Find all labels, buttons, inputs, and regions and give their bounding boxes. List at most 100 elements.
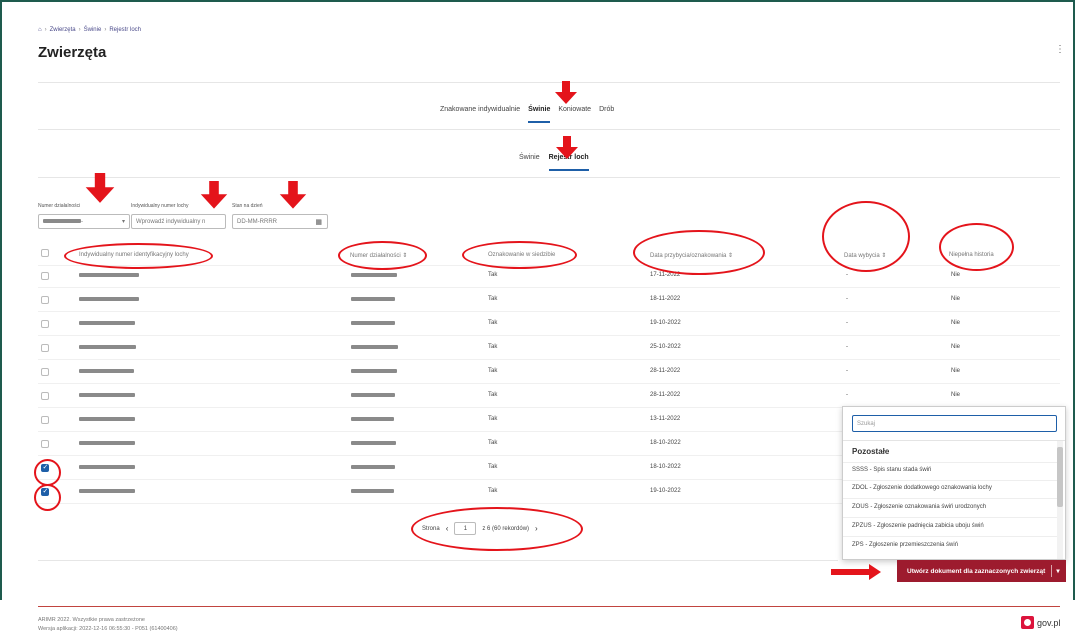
row-numer-redacted xyxy=(351,273,397,279)
row-id-redacted xyxy=(79,345,136,351)
row-checkbox[interactable] xyxy=(41,440,49,448)
row-oznakowanie: Tak xyxy=(488,488,498,494)
gov-pl-logo[interactable]: gov.pl xyxy=(1021,616,1060,629)
redacted-value xyxy=(351,297,395,302)
row-numer-redacted xyxy=(351,345,398,351)
row-oznakowanie: Tak xyxy=(488,272,498,278)
numer-dzialalnosci-select[interactable]: - ▾ xyxy=(38,214,130,229)
row-numer-redacted xyxy=(351,465,395,471)
breadcrumb-item-rejestr-loch: Rejestr loch xyxy=(109,27,142,33)
row-oznakowanie: Tak xyxy=(488,344,498,350)
row-data-przybycia: 19-10-2022 xyxy=(650,320,681,326)
main-tabs: Znakowane indywidualnie Świnie Koniowate… xyxy=(440,106,614,123)
row-niepelna-historia: Nie xyxy=(951,344,961,350)
row-data-przybycia: 28-11-2022 xyxy=(650,392,681,398)
row-oznakowanie: Tak xyxy=(488,416,498,422)
row-data-wybycia: - xyxy=(846,344,848,350)
document-type-dropdown: Szukaj Pozostałe SSSS - Spis stanu stada… xyxy=(842,406,1066,560)
row-checkbox[interactable] xyxy=(41,416,49,424)
divider xyxy=(38,177,1060,178)
row-oznakowanie: Tak xyxy=(488,392,498,398)
dropdown-item-zps[interactable]: ZPS - Zgłoszenie przemieszczenia świń xyxy=(852,542,958,548)
row-oznakowanie: Tak xyxy=(488,368,498,374)
row-numer-redacted xyxy=(351,321,395,327)
redacted-value xyxy=(79,297,139,302)
breadcrumb: ⌂ › Zwierzęta › Świnie › Rejestr loch xyxy=(38,27,141,33)
filter-label-numer: Numer działalności xyxy=(38,203,81,209)
row-id-redacted xyxy=(79,465,135,471)
annotation-ellipse xyxy=(822,201,910,272)
page-title: Zwierzęta xyxy=(38,44,107,61)
row-numer-redacted xyxy=(351,393,395,399)
row-niepelna-historia: Nie xyxy=(951,272,961,278)
row-checkbox[interactable] xyxy=(41,368,49,376)
row-id-redacted xyxy=(79,297,139,303)
chevron-down-icon[interactable]: ▾ xyxy=(1056,567,1059,575)
row-niepelna-historia: Nie xyxy=(951,296,961,302)
tab-znakowane[interactable]: Znakowane indywidualnie xyxy=(440,106,520,123)
eagle-emblem-icon xyxy=(1021,616,1034,629)
row-data-przybycia: 25-10-2022 xyxy=(650,344,681,350)
row-oznakowanie: Tak xyxy=(488,440,498,446)
row-id-redacted xyxy=(79,441,135,447)
row-data-wybycia: - xyxy=(846,392,848,398)
row-data-przybycia: 28-11-2022 xyxy=(650,368,681,374)
redacted-value xyxy=(79,417,135,422)
redacted-value xyxy=(351,393,395,398)
row-checkbox[interactable] xyxy=(41,272,49,280)
row-oznakowanie: Tak xyxy=(488,296,498,302)
more-options-icon[interactable]: ⋮ xyxy=(1055,44,1065,55)
row-checkbox[interactable] xyxy=(41,392,49,400)
row-divider xyxy=(38,287,1060,288)
redacted-value xyxy=(351,441,396,446)
home-icon[interactable]: ⌂ xyxy=(38,27,42,33)
row-id-redacted xyxy=(79,393,135,399)
row-checkbox[interactable] xyxy=(41,296,49,304)
dropdown-search-input[interactable]: Szukaj xyxy=(852,415,1057,432)
dropdown-item-divider xyxy=(843,536,1057,537)
dropdown-item-zdol[interactable]: ZDOL - Zgłoszenie dodatkowego oznakowani… xyxy=(852,485,992,491)
footer-copyright: ARIMR 2022. Wszystkie prawa zastrzeżone xyxy=(38,617,145,623)
row-data-przybycia: 13-11-2022 xyxy=(650,416,681,422)
footer-version: Wersja aplikacji: 2022-12-16 06:55:30 - … xyxy=(38,626,178,632)
create-document-button[interactable]: Utwórz dokument dla zaznaczonych zwierzą… xyxy=(897,560,1066,582)
create-document-label: Utwórz dokument dla zaznaczonych zwierzą… xyxy=(907,567,1046,575)
row-numer-redacted xyxy=(351,417,394,423)
dropdown-group-label: Pozostałe xyxy=(852,447,890,456)
annotation-ellipse xyxy=(64,243,213,269)
redacted-value xyxy=(351,465,395,470)
row-checkbox[interactable] xyxy=(41,344,49,352)
row-data-wybycia: - xyxy=(846,368,848,374)
row-niepelna-historia: Nie xyxy=(951,368,961,374)
row-checkbox[interactable] xyxy=(41,320,49,328)
select-all-checkbox[interactable] xyxy=(41,249,49,257)
gov-pl-label: gov.pl xyxy=(1037,617,1061,628)
redacted-value xyxy=(79,489,135,494)
row-divider xyxy=(38,335,1060,336)
annotation-ellipse xyxy=(462,241,577,269)
annotation-ellipse xyxy=(34,459,61,486)
dropdown-item-zous[interactable]: ZOUS - Zgłoszenie oznakowania świń urodz… xyxy=(852,504,986,510)
breadcrumb-separator: › xyxy=(78,27,81,33)
redacted-value xyxy=(79,369,134,374)
breadcrumb-item-zwierzeta[interactable]: Zwierzęta xyxy=(50,27,76,33)
tab-koniowate[interactable]: Koniowate xyxy=(558,106,591,123)
chevron-down-icon: ▾ xyxy=(121,219,125,225)
dropdown-scrollbar-thumb[interactable] xyxy=(1057,447,1063,507)
dropdown-item-divider xyxy=(843,462,1057,463)
tab-drob[interactable]: Drób xyxy=(599,106,614,123)
row-data-wybycia: - xyxy=(846,272,848,278)
dropdown-item-zpzus[interactable]: ZPZUS - Zgłoszenie padnięcia zabicia ubo… xyxy=(852,523,984,529)
dropdown-item-ssss[interactable]: SSSS - Spis stanu stada świń xyxy=(852,467,931,473)
subtab-swinie[interactable]: Świnie xyxy=(519,154,540,171)
indywidualny-numer-input[interactable]: Wprowadź indywidualny n xyxy=(131,214,226,229)
tab-swinie[interactable]: Świnie xyxy=(528,106,551,123)
breadcrumb-item-swinie[interactable]: Świnie xyxy=(84,27,102,33)
redacted-value xyxy=(351,369,397,374)
button-separator xyxy=(1051,565,1053,577)
row-numer-redacted xyxy=(351,369,397,375)
stan-na-dzien-input[interactable]: DD-MM-RRRR ▦ xyxy=(232,214,328,229)
redacted-value xyxy=(351,321,395,326)
dropdown-divider xyxy=(843,440,1065,441)
calendar-icon[interactable]: ▦ xyxy=(315,218,322,226)
